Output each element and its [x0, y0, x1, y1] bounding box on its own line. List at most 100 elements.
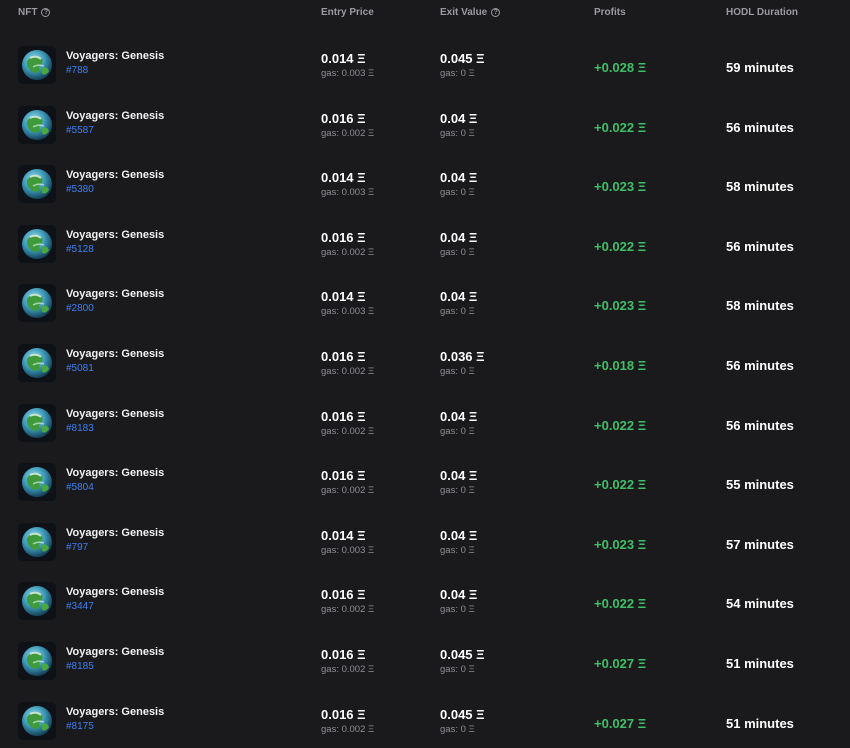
entry-price: 0.016 Ξ	[321, 468, 366, 484]
hodl-duration: 51 minutes	[726, 715, 794, 731]
table-row[interactable]: Voyagers: Genesis #8183 0.016 Ξgas: 0.002 …	[0, 396, 850, 456]
exit-gas: gas: 0 Ξ	[440, 544, 475, 556]
nft-collection-name: Voyagers: Genesis	[66, 348, 165, 360]
entry-price: 0.016 Ξ	[321, 587, 366, 603]
nft-collection-name: Voyagers: Genesis	[66, 228, 165, 241]
exit-gas: gas: 0 Ξ	[440, 187, 475, 199]
entry-price: 0.014 Ξ	[321, 527, 366, 543]
entry-gas: gas: 0.002 Ξ	[321, 246, 375, 258]
nft-token-link[interactable]: #5587	[66, 125, 94, 136]
nft-token-link[interactable]: #8185	[66, 661, 94, 672]
table-row[interactable]: Voyagers: Genesis #5128 0.016 Ξgas: 0.002 …	[0, 217, 850, 277]
nft-collection-name: Voyagers: Genesis	[66, 407, 165, 420]
planet-icon[interactable]	[18, 522, 56, 561]
entry-price: 0.014 Ξ	[321, 170, 366, 186]
exit-value: 0.04 Ξ	[440, 468, 478, 484]
entry-gas: gas: 0.003 Ξ	[321, 187, 375, 199]
table-row[interactable]: Voyagers: Genesis #797 0.014 Ξgas: 0.003 Ξ…	[0, 515, 850, 575]
entry-price: 0.016 Ξ	[321, 706, 366, 722]
nft-token-link[interactable]: #5804	[66, 482, 94, 493]
planet-icon[interactable]	[18, 165, 56, 204]
table-row[interactable]: Voyagers: Genesis #8175 0.016 Ξgas: 0.002 …	[0, 694, 850, 748]
entry-gas: gas: 0.003 Ξ	[321, 544, 375, 556]
planet-icon[interactable]	[18, 284, 56, 323]
header-hodl-duration[interactable]: HODL Duration	[726, 7, 798, 18]
entry-price: 0.016 Ξ	[321, 408, 366, 424]
exit-gas: gas: 0 Ξ	[440, 664, 475, 675]
table-row[interactable]: Voyagers: Genesis #5804 0.016 Ξgas: 0.002 …	[0, 455, 850, 515]
planet-icon[interactable]	[18, 105, 56, 144]
planet-icon[interactable]	[18, 403, 56, 442]
table-row[interactable]: Voyagers: Genesis #5380 0.014 Ξgas: 0.003 …	[0, 157, 850, 217]
entry-gas: gas: 0.003 Ξ	[321, 306, 375, 318]
entry-gas: gas: 0.002 Ξ	[321, 664, 375, 675]
planet-icon[interactable]	[18, 642, 56, 680]
nft-collection-name: Voyagers: Genesis	[66, 526, 165, 539]
hodl-duration: 56 minutes	[726, 417, 794, 433]
exit-gas: gas: 0 Ξ	[440, 127, 475, 139]
header-entry-price[interactable]: Entry Price	[321, 7, 374, 18]
profit-value: +0.022 Ξ	[594, 119, 647, 135]
nft-token-link[interactable]: #3447	[66, 601, 94, 612]
header-profits[interactable]: Profits	[594, 7, 626, 18]
exit-value: 0.045 Ξ	[440, 51, 485, 66]
header-exit-value[interactable]: Exit Value ?	[440, 7, 501, 18]
planet-icon[interactable]	[18, 344, 56, 382]
nft-token-link[interactable]: #788	[66, 65, 88, 76]
nft-token-link[interactable]: #8175	[66, 721, 94, 732]
nft-token-link[interactable]: #8183	[66, 423, 94, 434]
profit-value: +0.022 Ξ	[594, 238, 647, 254]
entry-gas: gas: 0.002 Ξ	[321, 127, 375, 139]
hodl-duration: 57 minutes	[726, 536, 794, 552]
profit-value: +0.023 Ξ	[594, 298, 647, 314]
nft-token-link[interactable]: #5128	[66, 244, 94, 255]
exit-gas: gas: 0 Ξ	[440, 723, 475, 735]
planet-icon[interactable]	[18, 224, 56, 263]
header-hodl-label: HODL Duration	[726, 7, 799, 18]
entry-gas: gas: 0.002 Ξ	[321, 425, 375, 437]
exit-gas: gas: 0 Ξ	[440, 366, 475, 377]
entry-gas: gas: 0.002 Ξ	[321, 366, 375, 377]
table-row[interactable]: Voyagers: Genesis #2800 0.014 Ξgas: 0.003 …	[0, 276, 850, 336]
exit-gas: gas: 0 Ξ	[440, 246, 475, 258]
table-row[interactable]: Voyagers: Genesis #788 0.014 Ξ gas: 0.003 Ξ…	[0, 38, 850, 98]
info-icon[interactable]: ?	[41, 8, 51, 17]
entry-price: 0.014 Ξ	[321, 289, 366, 305]
table-header: NFT ? Entry Price Exit Value ? Profits H…	[0, 0, 850, 26]
table-row[interactable]: Voyagers: Genesis #5081 0.016 Ξ gas: 0.002 …	[0, 336, 850, 396]
nft-token-link[interactable]: #5380	[66, 184, 94, 195]
entry-price: 0.016 Ξ	[321, 110, 366, 126]
table-row[interactable]: Voyagers: Genesis #5587 0.016 Ξgas: 0.002 …	[0, 98, 850, 158]
header-nft[interactable]: NFT ?	[18, 7, 51, 18]
profit-value: +0.027 Ξ	[594, 715, 647, 731]
table-row[interactable]: Voyagers: Genesis #8185 0.016 Ξ gas: 0.002 …	[0, 634, 850, 694]
header-nft-label: NFT	[18, 7, 38, 18]
planet-icon[interactable]	[18, 463, 56, 502]
planet-icon[interactable]	[18, 582, 56, 621]
hodl-duration: 56 minutes	[726, 358, 794, 373]
exit-gas: gas: 0 Ξ	[440, 306, 475, 318]
exit-value: 0.04 Ξ	[440, 587, 478, 603]
nft-token-link[interactable]: #5081	[66, 363, 94, 374]
hodl-duration: 54 minutes	[726, 596, 794, 612]
entry-price: 0.016 Ξ	[321, 229, 366, 245]
hodl-duration: 51 minutes	[726, 656, 794, 671]
table-row[interactable]: Voyagers: Genesis #3447 0.016 Ξgas: 0.002 …	[0, 574, 850, 634]
header-entry-price-label: Entry Price	[321, 7, 374, 18]
entry-price: 0.016 Ξ	[321, 349, 366, 364]
profit-value: +0.022 Ξ	[594, 477, 647, 493]
planet-icon[interactable]	[18, 701, 56, 740]
entry-gas: gas: 0.003 Ξ	[321, 68, 375, 79]
profit-value: +0.027 Ξ	[594, 656, 647, 671]
nft-collection-name: Voyagers: Genesis	[66, 288, 165, 301]
profit-value: +0.023 Ξ	[594, 179, 647, 195]
entry-gas: gas: 0.002 Ξ	[321, 485, 375, 497]
nft-token-link[interactable]: #797	[66, 542, 88, 553]
info-icon[interactable]: ?	[491, 8, 501, 17]
nft-trades-table: NFT ? Entry Price Exit Value ? Profits H…	[0, 0, 850, 748]
nft-token-link[interactable]: #2800	[66, 303, 94, 314]
nft-collection-name: Voyagers: Genesis	[66, 169, 165, 182]
planet-icon[interactable]	[18, 46, 56, 84]
entry-gas: gas: 0.002 Ξ	[321, 723, 375, 735]
exit-value: 0.036 Ξ	[440, 349, 485, 364]
